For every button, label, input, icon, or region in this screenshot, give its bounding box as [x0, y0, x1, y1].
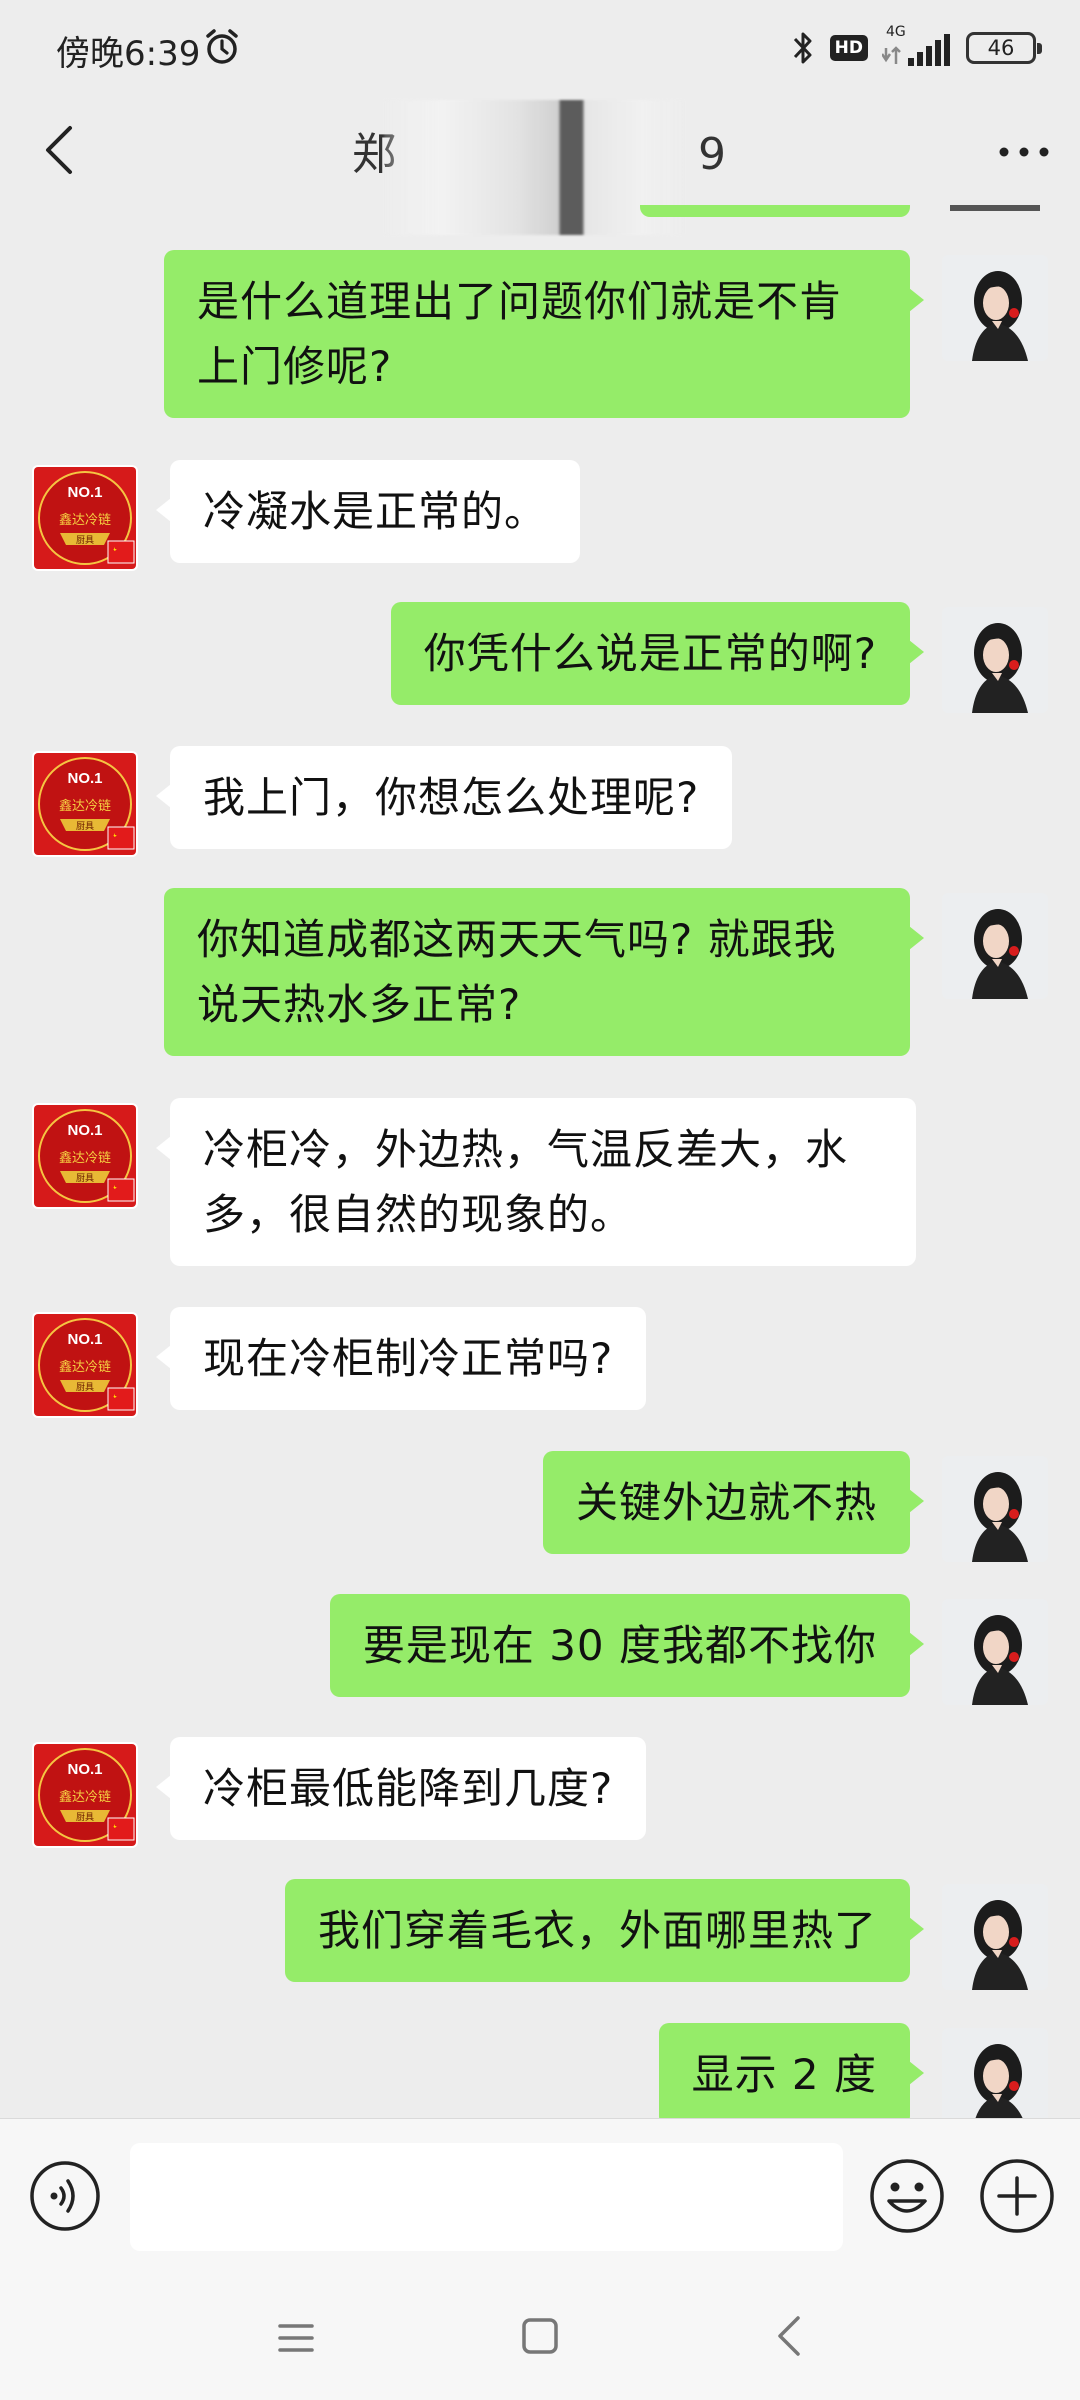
svg-text:厨具: 厨具 [76, 1812, 94, 1823]
chat-header: 郑9 [0, 100, 1080, 235]
self-avatar[interactable] [942, 893, 1048, 999]
battery-indicator: 46 [966, 32, 1042, 64]
outgoing-message-bubble[interactable]: 我们穿着毛衣，外面哪里热了 [284, 1879, 925, 1982]
svg-text:厨具: 厨具 [76, 535, 94, 546]
svg-text:厨具: 厨具 [76, 1382, 94, 1393]
contact-avatar[interactable]: NO.1 鑫达冷链厨具 [32, 1103, 138, 1209]
home-icon[interactable] [520, 2316, 560, 2356]
self-avatar[interactable] [942, 1456, 1048, 1562]
system-back-icon[interactable] [772, 2314, 806, 2358]
battery-level: 46 [987, 36, 1015, 60]
alarm-clock-icon [206, 29, 238, 64]
svg-text:鑫达冷链: 鑫达冷链 [59, 798, 111, 814]
status-time: 傍晚6:39 [56, 34, 201, 74]
network-indicator: 4G [882, 24, 952, 68]
hd-badge: HD [829, 35, 868, 61]
chat-title-end: 9 [698, 129, 728, 180]
svg-text:NO.1: NO.1 [67, 1761, 102, 1778]
incoming-message-bubble[interactable]: 冷凝水是正常的。 [155, 460, 581, 563]
incoming-message-bubble[interactable]: 冷柜冷，外边热，气温反差大，水多，很自然的现象的。 [156, 1098, 916, 1266]
partial-avatar [950, 205, 1040, 211]
status-icons: HD 4G 46 [790, 24, 1042, 70]
menu-icon[interactable] [276, 2318, 316, 2358]
svg-text:NO.1: NO.1 [67, 1331, 102, 1348]
bluetooth-icon [793, 32, 812, 64]
system-navigation [0, 2280, 1080, 2400]
more-dots-icon[interactable] [996, 126, 1052, 178]
self-avatar[interactable] [942, 1599, 1048, 1705]
input-bar [0, 2118, 1080, 2280]
svg-text:鑫达冷链: 鑫达冷链 [59, 512, 111, 528]
emoji-icon[interactable] [868, 2157, 946, 2235]
svg-text:厨具: 厨具 [76, 821, 94, 832]
svg-text:NO.1: NO.1 [67, 484, 102, 501]
outgoing-message-bubble[interactable]: 你凭什么说是正常的啊? [390, 602, 925, 705]
svg-text:厨具: 厨具 [76, 1173, 94, 1184]
plus-icon[interactable] [978, 2157, 1056, 2235]
message-input[interactable] [130, 2143, 843, 2251]
svg-text:NO.1: NO.1 [67, 770, 102, 787]
chevron-left-icon[interactable] [30, 120, 90, 180]
signal-icon [882, 34, 950, 66]
incoming-message-bubble[interactable]: 我上门，你想怎么处理呢? [155, 746, 733, 849]
svg-text:NO.1: NO.1 [67, 1122, 102, 1139]
chat-messages[interactable]: 是什么道理出了问题你们就是不肯上门修呢? NO.1 鑫达冷链 厨具 冷凝水是正常的。 你凭… [0, 205, 1080, 2118]
incoming-message-bubble[interactable]: 冷柜最低能降到几度? [155, 1737, 647, 1840]
outgoing-message-bubble[interactable]: 关键外边就不热 [542, 1451, 925, 1554]
incoming-message-bubble[interactable]: 现在冷柜制冷正常吗? [155, 1307, 647, 1410]
voice-input-icon[interactable] [28, 2159, 102, 2233]
svg-text:鑫达冷链: 鑫达冷链 [59, 1789, 111, 1805]
self-avatar[interactable] [942, 2028, 1048, 2118]
contact-avatar[interactable]: NO.1 鑫达冷链厨具 [32, 751, 138, 857]
contact-avatar[interactable]: NO.1 鑫达冷链厨具 [32, 465, 138, 571]
outgoing-message-bubble[interactable]: 要是现在 30 度我都不找你 [329, 1594, 925, 1697]
outgoing-message-bubble[interactable]: 显示 2 度 [658, 2023, 925, 2118]
outgoing-message-bubble[interactable]: 你知道成都这两天天气吗? 就跟我说天热水多正常? [164, 888, 924, 1056]
svg-text:鑫达冷链: 鑫达冷链 [59, 1359, 111, 1375]
svg-text:鑫达冷链: 鑫达冷链 [59, 1150, 111, 1166]
contact-avatar[interactable]: NO.1 鑫达冷链厨具 [32, 1742, 138, 1848]
status-bar: 傍晚6:39 HD 4G 46 [0, 0, 1080, 100]
outgoing-message-bubble[interactable]: 是什么道理出了问题你们就是不肯上门修呢? [164, 250, 924, 418]
contact-avatar[interactable]: NO.1 鑫达冷链厨具 [32, 1312, 138, 1418]
self-avatar[interactable] [942, 255, 1048, 361]
partial-message-bubble [640, 205, 910, 217]
self-avatar[interactable] [942, 1884, 1048, 1990]
self-avatar[interactable] [942, 607, 1048, 713]
